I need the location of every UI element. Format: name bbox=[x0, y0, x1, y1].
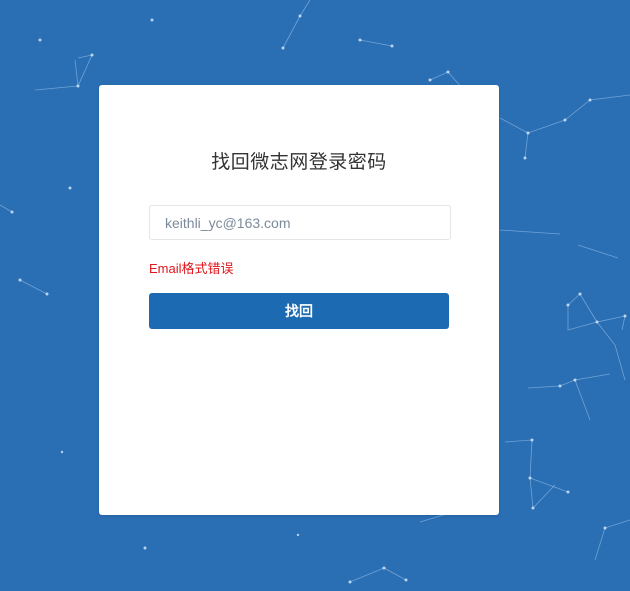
recover-button[interactable]: 找回 bbox=[149, 293, 449, 329]
email-error-message: Email格式错误 bbox=[149, 261, 234, 276]
email-input[interactable] bbox=[149, 205, 451, 240]
page-title: 找回微志网登录密码 bbox=[211, 151, 387, 173]
password-recovery-card: 找回微志网登录密码 Email格式错误 找回 bbox=[99, 85, 499, 515]
